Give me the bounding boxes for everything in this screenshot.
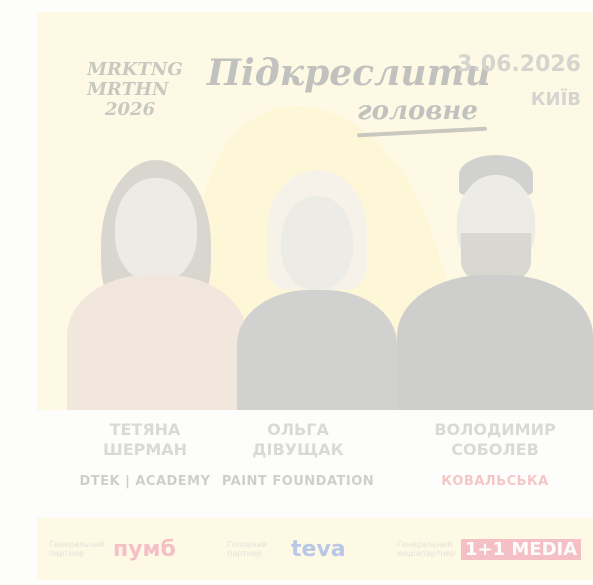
- partner-general-role: Генеральний партнер: [49, 540, 105, 558]
- speaker-name-2: ОЛЬГА ДІВУЩАК: [203, 420, 393, 460]
- partner-media-role: Генеральний медіапартнер: [397, 540, 456, 558]
- speaker-1-first-name: ТЕТЯНА: [109, 420, 181, 439]
- speaker-3-body: [397, 275, 593, 410]
- event-date-location: 3.06.2026 КИЇВ: [457, 52, 581, 110]
- speaker-photo-1: [67, 160, 247, 410]
- speaker-card-3: ВОЛОДИМИР СОБОЛЕВ КОВАЛЬСЬКА: [400, 420, 590, 489]
- event-city: КИЇВ: [530, 89, 581, 110]
- event-logo: MRKTNG MRTHN 2026: [87, 60, 207, 120]
- speaker-3-last-name: СОБОЛЕВ: [451, 440, 539, 459]
- speaker-2-first-name: ОЛЬГА: [267, 420, 329, 439]
- partner-main-logo: teva: [291, 536, 346, 562]
- speaker-1-last-name: ШЕРМАН: [102, 440, 188, 459]
- partners-bar: Генеральний партнер пумб Головний партне…: [37, 518, 593, 580]
- speaker-list: ТЕТЯНА ШЕРМАН DTEK | ACADEMY ОЛЬГА ДІВУЩ…: [0, 420, 593, 510]
- event-logo-line-3: 2026: [105, 99, 156, 120]
- event-headline: Підкреслити головне: [207, 52, 497, 152]
- partner-general: Генеральний партнер пумб: [49, 536, 176, 562]
- hero-section: MRKTNG MRTHN 2026 Підкреслити головне 3.…: [37, 12, 593, 410]
- speaker-photo-2: [237, 170, 397, 410]
- headline-line-1: Підкреслити: [207, 52, 491, 94]
- speaker-2-face: [281, 196, 353, 290]
- partner-main-role: Головний партнер: [227, 540, 268, 558]
- event-date: 3.06.2026: [457, 52, 581, 77]
- headline-underline: [356, 126, 488, 138]
- speaker-card-2: ОЛЬГА ДІВУЩАК PAINT FOUNDATION: [203, 420, 393, 489]
- speaker-1-body: [67, 275, 247, 410]
- partner-media: Генеральний медіапартнер 1+1 MEDIA: [397, 536, 582, 562]
- speaker-1-face: [115, 178, 197, 282]
- event-logo-line-2: MRTHN: [87, 79, 169, 100]
- speaker-3-first-name: ВОЛОДИМИР: [434, 420, 556, 439]
- partner-main: Головний партнер teva: [227, 536, 346, 562]
- partner-media-logo: 1+1 MEDIA: [461, 538, 582, 560]
- speaker-2-org-logo: PAINT FOUNDATION: [221, 474, 375, 489]
- partner-general-logo: пумб: [113, 536, 176, 562]
- speaker-name-3: ВОЛОДИМИР СОБОЛЕВ: [400, 420, 590, 460]
- speaker-2-body: [237, 290, 397, 410]
- speaker-photo-3: [397, 155, 593, 410]
- speaker-3-org-logo: КОВАЛЬСЬКА: [441, 474, 549, 489]
- event-logo-line-1: MRKTNG: [87, 59, 183, 80]
- speaker-2-last-name: ДІВУЩАК: [252, 440, 344, 459]
- event-banner: MRKTNG MRTHN 2026 Підкреслити головне 3.…: [0, 0, 593, 585]
